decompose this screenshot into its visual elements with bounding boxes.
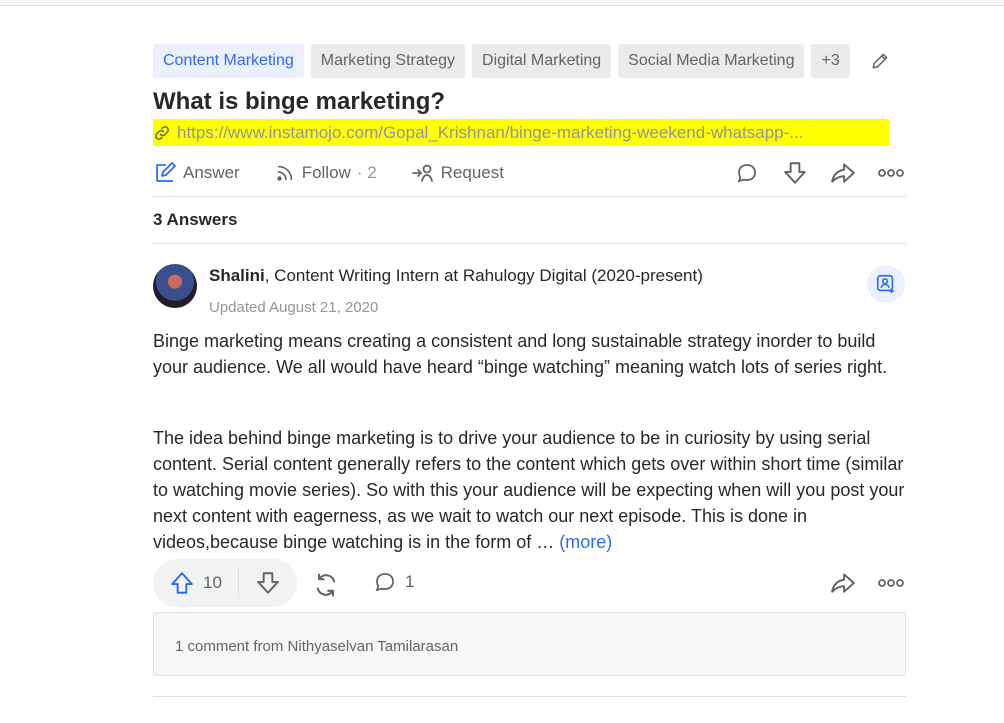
author-line: Shalini, Content Writing Intern at Rahul… xyxy=(209,266,703,286)
reshare-button[interactable] xyxy=(311,570,341,600)
comment-preview-text: 1 comment from Nithyaselvan Tamilarasan xyxy=(175,638,459,655)
answer-more-options-button[interactable] xyxy=(876,568,906,598)
answer-paragraph: The idea behind binge marketing is to dr… xyxy=(153,425,906,555)
topic-list: Content Marketing Marketing Strategy Dig… xyxy=(153,44,895,78)
comment-preview[interactable]: 1 comment from Nithyaselvan Tamilarasan xyxy=(153,612,906,676)
divider xyxy=(153,696,906,697)
answers-count: 3 Answers xyxy=(153,210,238,229)
divider xyxy=(153,196,906,197)
more-icon xyxy=(878,169,904,177)
answer-comment-button[interactable]: 1 xyxy=(373,570,414,594)
question-title[interactable]: What is binge marketing? xyxy=(153,88,445,116)
topic-chip[interactable]: Social Media Marketing xyxy=(618,44,805,78)
answer-date[interactable]: Updated August 21, 2020 xyxy=(209,299,378,316)
add-follow-icon xyxy=(876,274,894,294)
top-divider xyxy=(0,0,1004,6)
request-label: Request xyxy=(440,163,504,182)
downvote-question-button[interactable] xyxy=(780,158,810,188)
more-topics-chip[interactable]: +3 xyxy=(811,44,850,78)
author-avatar[interactable] xyxy=(153,264,197,308)
answer-pencil-icon xyxy=(156,162,176,182)
upvote-count: 10 xyxy=(203,573,222,592)
upvote-icon xyxy=(171,572,193,594)
question-link-url: https://www.instamojo.com/Gopal_Krishnan… xyxy=(177,122,804,142)
author-credential: , Content Writing Intern at Rahulogy Dig… xyxy=(264,266,703,285)
pencil-icon xyxy=(872,53,888,69)
question-link[interactable]: https://www.instamojo.com/Gopal_Krishnan… xyxy=(153,119,889,146)
comment-count: 1 xyxy=(405,572,415,591)
vote-pill: 10 xyxy=(153,559,297,607)
follow-label: Follow xyxy=(301,163,351,182)
question-secondary-actions xyxy=(732,156,906,190)
author-name[interactable]: Shalini xyxy=(209,266,265,285)
follow-count: · 2 xyxy=(356,163,377,182)
share-icon xyxy=(831,573,855,593)
divider xyxy=(153,243,906,244)
comment-icon xyxy=(375,573,394,592)
share-answer-button[interactable] xyxy=(828,568,858,598)
topic-chip[interactable]: Digital Marketing xyxy=(472,44,612,78)
comment-button[interactable] xyxy=(732,158,762,188)
answer-paragraph: Binge marketing means creating a consist… xyxy=(153,331,888,377)
more-options-button[interactable] xyxy=(876,158,906,188)
edit-topics-button[interactable] xyxy=(865,46,895,76)
request-icon xyxy=(411,164,433,182)
request-button[interactable]: Request xyxy=(411,161,504,185)
answer-label: Answer xyxy=(183,163,240,182)
upvote-button[interactable]: 10 xyxy=(153,570,238,596)
share-icon xyxy=(831,163,855,183)
reshare-icon xyxy=(316,573,336,597)
downvote-button[interactable] xyxy=(239,570,297,596)
topic-chip[interactable]: Content Marketing xyxy=(153,44,304,78)
topic-chip[interactable]: Marketing Strategy xyxy=(310,44,466,78)
answer-paragraph-text: The idea behind binge marketing is to dr… xyxy=(153,428,905,552)
link-icon xyxy=(153,123,173,143)
comment-icon xyxy=(737,164,756,183)
follow-button[interactable]: Follow · 2 xyxy=(274,162,377,184)
answer-secondary-actions xyxy=(828,568,906,598)
follow-author-button[interactable] xyxy=(867,265,905,303)
answer-button[interactable]: Answer xyxy=(153,161,240,185)
more-icon xyxy=(878,579,904,587)
more-link[interactable]: (more) xyxy=(559,532,612,552)
downvote-icon xyxy=(257,572,279,594)
downvote-icon xyxy=(784,162,806,184)
rss-icon xyxy=(276,165,292,181)
share-question-button[interactable] xyxy=(828,158,858,188)
question-actions: Answer Follow · 2 Request xyxy=(153,156,906,190)
